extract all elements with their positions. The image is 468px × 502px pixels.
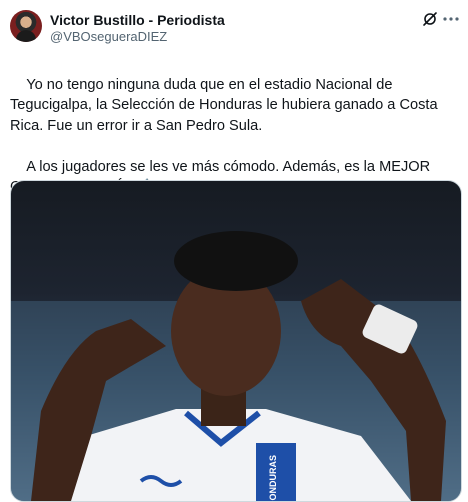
tweet-card: Victor Bustillo - Periodista @VBOseguera… [0,0,468,502]
tweet-paragraph-1: Yo no tengo ninguna duda que en el estad… [10,76,442,134]
author-display-name[interactable]: Victor Bustillo - Periodista [50,12,225,28]
tweet-photo[interactable]: HONDURAS [10,180,462,502]
more-options-icon[interactable] [442,10,460,28]
jersey-text: HONDURAS [268,455,278,501]
tweet-header: Victor Bustillo - Periodista @VBOseguera… [10,10,460,46]
user-avatar[interactable] [10,10,42,42]
author-handle[interactable]: @VBOsegueraDIEZ [50,29,167,45]
grok-icon[interactable] [422,11,438,27]
player-photo-illustration: HONDURAS [11,231,461,501]
